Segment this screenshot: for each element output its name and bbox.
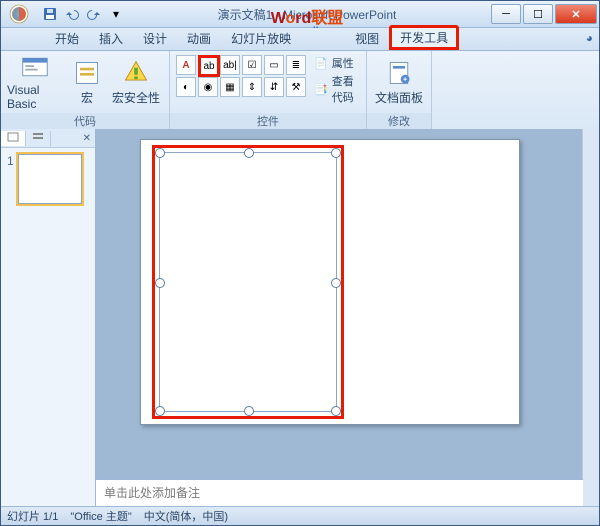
help-icon[interactable]: ◕ (586, 31, 593, 45)
vertical-scrollbar[interactable] (582, 129, 599, 507)
tab-slideshow[interactable]: 幻灯片放映 (221, 27, 301, 50)
selected-object[interactable] (159, 152, 337, 412)
control-label-highlighted[interactable]: ab (198, 55, 220, 77)
control-option[interactable]: ◉ (198, 77, 218, 97)
resize-handle-l[interactable] (155, 278, 165, 288)
minimize-button[interactable]: ─ (491, 4, 521, 24)
resize-handle-r[interactable] (331, 278, 341, 288)
control-spin[interactable]: ⇵ (264, 77, 284, 97)
slides-pane: ✕ 1 (1, 129, 96, 507)
control-checkbox[interactable]: ☑ (242, 55, 262, 75)
group-code-label: 代码 (1, 113, 169, 129)
tab-anim[interactable]: 动画 (177, 27, 221, 50)
slide-editor[interactable]: 单击此处添加备注 (96, 129, 599, 507)
control-list[interactable]: ≣ (286, 55, 306, 75)
code-icon: 📑 (314, 83, 328, 96)
notes-pane[interactable]: 单击此处添加备注 (96, 479, 583, 507)
resize-handle-tr[interactable] (331, 148, 341, 158)
macro-button[interactable]: 宏 (69, 53, 105, 111)
document-panel-button[interactable]: 文档面板 (373, 53, 425, 111)
maximize-button[interactable]: ☐ (523, 4, 553, 24)
pane-close-icon[interactable]: ✕ (83, 133, 91, 144)
view-code-button[interactable]: 📑查看代码 (314, 73, 360, 105)
thumb-number: 1 (7, 154, 14, 204)
control-frame[interactable]: ▦ (220, 77, 240, 97)
control-letter-a[interactable]: A (176, 55, 196, 75)
resize-handle-tl[interactable] (155, 148, 165, 158)
status-theme: "Office 主题" (70, 508, 131, 524)
redo-icon[interactable] (85, 5, 103, 23)
pane-tab-outline[interactable] (26, 131, 51, 146)
properties-icon: 📄 (314, 57, 328, 70)
undo-icon[interactable] (63, 5, 81, 23)
resize-handle-bl[interactable] (155, 406, 165, 416)
status-lang: 中文(简体，中国) (144, 508, 228, 524)
close-button[interactable]: ✕ (555, 4, 597, 24)
tab-insert[interactable]: 插入 (89, 27, 133, 50)
resize-handle-b[interactable] (244, 406, 254, 416)
slide-thumbnail-1[interactable] (18, 154, 82, 204)
tab-start[interactable]: 开始 (45, 27, 89, 50)
tab-developer[interactable]: 开发工具 (389, 25, 459, 50)
group-controls-label: 控件 (170, 113, 366, 129)
control-toggle[interactable]: ◐ (176, 77, 196, 97)
office-button[interactable] (1, 1, 37, 27)
control-textbox[interactable]: ab| (220, 55, 240, 75)
tab-view[interactable]: 视图 (345, 27, 389, 50)
resize-handle-t[interactable] (244, 148, 254, 158)
selection-highlight (152, 145, 344, 419)
macro-security-button[interactable]: 宏安全性 (111, 53, 161, 111)
control-scroll[interactable]: ⇕ (242, 77, 262, 97)
resize-handle-br[interactable] (331, 406, 341, 416)
pane-tab-slides[interactable] (1, 131, 26, 146)
status-slide: 幻灯片 1/1 (7, 508, 58, 524)
control-more[interactable]: ⚒ (286, 77, 306, 97)
save-icon[interactable] (41, 5, 59, 23)
group-modify-label: 修改 (367, 113, 431, 129)
notes-placeholder: 单击此处添加备注 (104, 486, 200, 500)
visual-basic-button[interactable]: Visual Basic (7, 53, 63, 111)
qat-dropdown-icon[interactable]: ▾ (107, 5, 125, 23)
tab-design[interactable]: 设计 (133, 27, 177, 50)
control-combo[interactable]: ▭ (264, 55, 284, 75)
properties-button[interactable]: 📄属性 (314, 55, 360, 71)
window-title: 演示文稿1 - Microsoft PowerPoint Word联盟 www.… (125, 6, 489, 23)
